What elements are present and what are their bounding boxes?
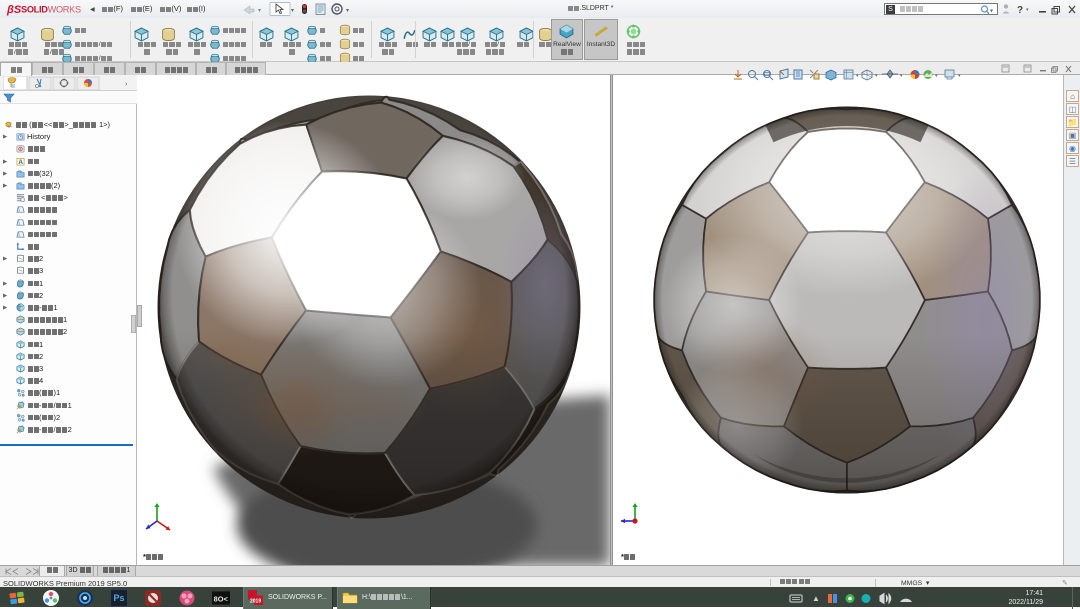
svg-text:▾: ▾ bbox=[1026, 7, 1029, 13]
svg-text:▾: ▾ bbox=[935, 73, 938, 79]
svg-text:▾: ▾ bbox=[258, 8, 261, 14]
svg-text:▾: ▾ bbox=[346, 8, 349, 14]
svg-text:▾: ▾ bbox=[900, 73, 903, 79]
svg-text:▾: ▾ bbox=[958, 73, 961, 79]
svg-text:▾: ▾ bbox=[875, 73, 878, 79]
svg-text:▾: ▾ bbox=[856, 73, 859, 79]
svg-text:SOLIDWORKS: SOLIDWORKS bbox=[21, 5, 81, 15]
svg-text:A: A bbox=[18, 159, 23, 166]
svg-text:2019: 2019 bbox=[250, 599, 261, 605]
svg-text:▾: ▾ bbox=[291, 8, 294, 14]
svg-text:▲: ▲ bbox=[812, 594, 820, 603]
svg-text:8O<: 8O< bbox=[214, 594, 228, 603]
svg-text:›: › bbox=[125, 81, 128, 88]
svg-text:?: ? bbox=[1017, 5, 1023, 16]
svg-text:βS: βS bbox=[6, 4, 22, 16]
svg-text:▾: ▾ bbox=[990, 9, 993, 15]
